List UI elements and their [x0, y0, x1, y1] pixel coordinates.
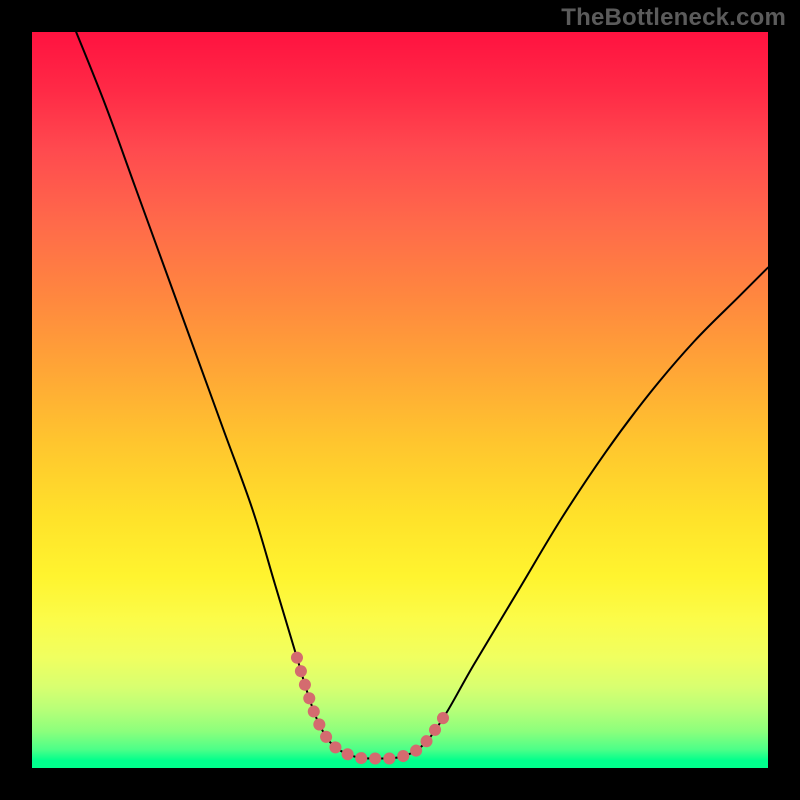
watermark-text: TheBottleneck.com — [561, 4, 786, 32]
curve-svg — [32, 32, 768, 768]
valley-highlight-path — [297, 658, 444, 759]
chart-frame: TheBottleneck.com — [0, 0, 800, 800]
bottleneck-curve-path — [76, 32, 768, 759]
plot-area — [32, 32, 768, 768]
